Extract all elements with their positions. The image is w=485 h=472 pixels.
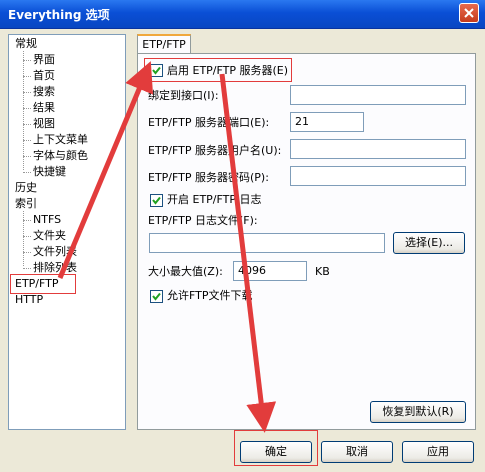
annotation-arrows [57,61,277,433]
annotation-arrow-down [219,73,277,433]
annotation-arrow-up [57,61,154,279]
